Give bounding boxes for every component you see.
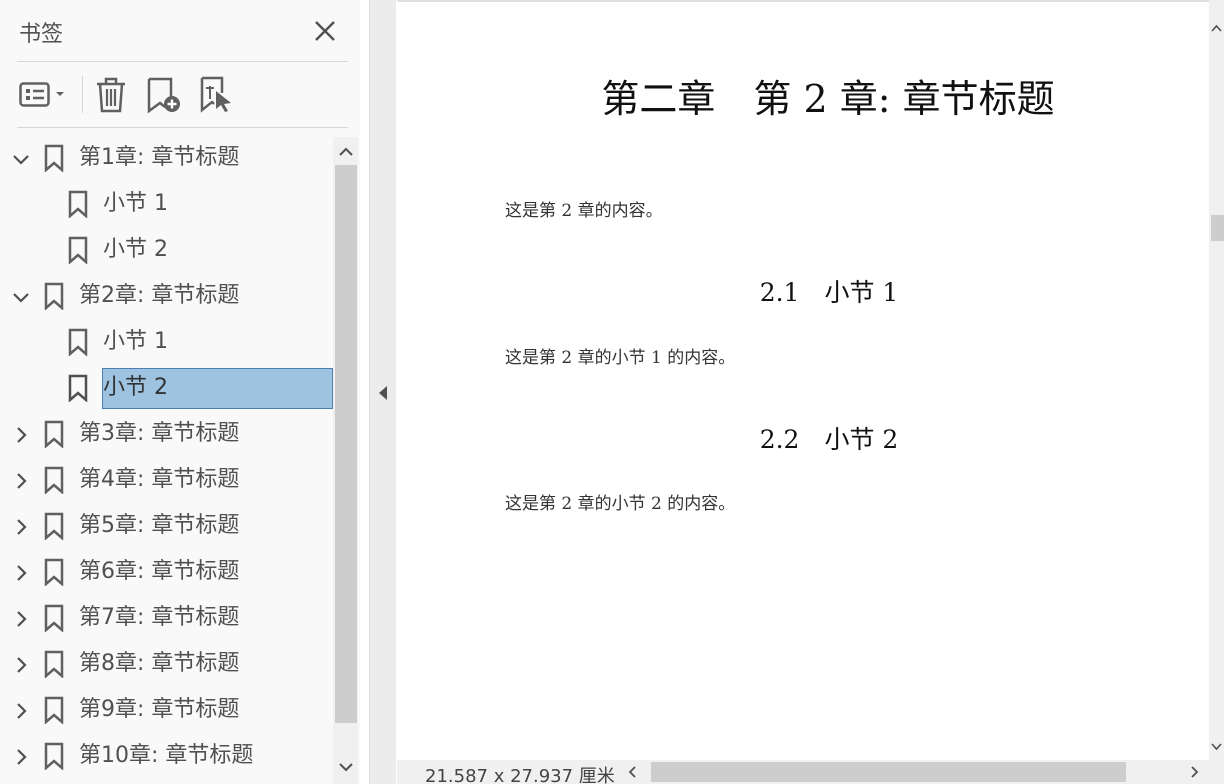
chevron-right-icon[interactable] <box>11 701 31 721</box>
horizontal-scrollbar[interactable] <box>622 760 1207 784</box>
bookmark-section-1-1[interactable]: 小节 1 <box>0 183 332 225</box>
page-size-readout: 21.587 x 27.937 厘米 <box>425 766 615 784</box>
section-body: 这是第 2 章的小节 1 的内容。 <box>505 348 736 368</box>
chevron-down-icon[interactable] <box>11 287 31 307</box>
chevron-right-icon[interactable] <box>11 517 31 537</box>
bookmark-label: 小节 1 <box>103 329 168 354</box>
chapter-intro: 这是第 2 章的内容。 <box>505 201 663 221</box>
chapter-heading: 第二章 第 2 章: 章节标题 <box>601 77 1055 121</box>
panel-collapse-strip[interactable] <box>369 0 396 784</box>
chevron-right-icon[interactable] <box>11 609 31 629</box>
chevron-right-icon[interactable] <box>11 425 31 445</box>
add-bookmark-icon <box>147 77 180 114</box>
bookmark-section-1-2[interactable]: 小节 2 <box>0 229 332 271</box>
close-panel-button[interactable] <box>311 17 339 45</box>
bookmark-chapter-9[interactable]: 第9章: 章节标题 <box>0 689 332 731</box>
bookmark-icon <box>68 374 88 402</box>
document-page: 第二章 第 2 章: 章节标题 这是第 2 章的内容。 2.1 小节 1 这是第… <box>397 0 1209 760</box>
scroll-right-arrow-icon[interactable] <box>1187 765 1201 779</box>
bookmark-icon <box>44 650 64 678</box>
scroll-down-arrow-icon[interactable] <box>1210 740 1223 753</box>
bookmark-icon <box>68 190 88 218</box>
bookmark-label: 第5章: 章节标题 <box>79 513 240 538</box>
bookmark-icon <box>44 282 64 310</box>
bookmark-label: 第7章: 章节标题 <box>79 605 240 630</box>
bookmark-label: 第1章: 章节标题 <box>79 145 240 170</box>
bookmark-chapter-6[interactable]: 第6章: 章节标题 <box>0 551 332 593</box>
bookmark-chapter-4[interactable]: 第4章: 章节标题 <box>0 459 332 501</box>
section-heading: 2.1 小节 1 <box>759 278 899 307</box>
scrollbar-thumb[interactable] <box>1211 215 1224 241</box>
collapse-triangle-icon[interactable] <box>378 385 388 401</box>
bookmark-label: 第9章: 章节标题 <box>79 697 240 722</box>
bookmark-label: 小节 1 <box>103 191 168 216</box>
bookmark-label: 第2章: 章节标题 <box>79 283 240 308</box>
scroll-left-arrow-icon[interactable] <box>626 765 640 779</box>
document-scrollbar[interactable] <box>1209 0 1224 760</box>
chevron-right-icon[interactable] <box>11 471 31 491</box>
bookmark-label: 第10章: 章节标题 <box>79 743 254 768</box>
bookmark-label: 第3章: 章节标题 <box>79 421 240 446</box>
bookmark-chapter-1[interactable]: 第1章: 章节标题 <box>0 137 332 179</box>
bookmark-icon <box>44 420 64 448</box>
toolbar-separator <box>82 76 83 113</box>
bookmark-icon <box>44 696 64 724</box>
panel-title: 书签 <box>19 22 64 47</box>
section-heading: 2.2 小节 2 <box>759 425 899 454</box>
bookmark-chapter-2[interactable]: 第2章: 章节标题 <box>0 275 332 317</box>
chevron-down-icon[interactable] <box>11 149 31 169</box>
bookmark-icon <box>44 604 64 632</box>
chevron-right-icon[interactable] <box>11 655 31 675</box>
bookmark-chapter-7[interactable]: 第7章: 章节标题 <box>0 597 332 639</box>
bookmark-icon <box>68 328 88 356</box>
bookmark-from-selection-button[interactable] <box>198 75 236 115</box>
divider <box>17 127 348 128</box>
status-bar: 21.587 x 27.937 厘米 <box>397 760 1224 784</box>
bookmark-cursor-icon <box>200 76 231 113</box>
bookmark-icon <box>44 144 64 172</box>
options-button[interactable] <box>19 75 69 115</box>
scrollbar-thumb[interactable] <box>651 762 1126 782</box>
bookmark-icon <box>44 558 64 586</box>
bookmark-icon <box>68 236 88 264</box>
delete-bookmark-button[interactable] <box>94 75 128 115</box>
bookmark-label: 第8章: 章节标题 <box>79 651 240 676</box>
bookmark-scrollbar[interactable] <box>333 137 358 784</box>
bookmarks-panel: 书签 第1章: 章节标题 小节 1 小节 2 第2章: 章节标题 小节 1 小节… <box>0 0 360 784</box>
bookmark-icon <box>44 742 64 770</box>
chevron-right-icon[interactable] <box>11 563 31 583</box>
bookmark-label: 小节 2 <box>103 237 168 262</box>
bookmark-label: 第6章: 章节标题 <box>79 559 240 584</box>
bookmark-icon <box>44 466 64 494</box>
bookmark-chapter-8[interactable]: 第8章: 章节标题 <box>0 643 332 685</box>
scroll-down-arrow-icon[interactable] <box>337 758 355 776</box>
close-icon <box>315 21 335 41</box>
scrollbar-thumb[interactable] <box>335 165 357 723</box>
scroll-up-arrow-icon[interactable] <box>337 143 355 161</box>
new-bookmark-button[interactable] <box>145 75 185 115</box>
section-body: 这是第 2 章的小节 2 的内容。 <box>505 494 736 514</box>
bookmark-chapter-5[interactable]: 第5章: 章节标题 <box>0 505 332 547</box>
list-options-icon <box>19 82 64 107</box>
bookmark-chapter-10[interactable]: 第10章: 章节标题 <box>0 735 332 777</box>
bookmark-chapter-3[interactable]: 第3章: 章节标题 <box>0 413 332 455</box>
scroll-up-arrow-icon[interactable] <box>1210 22 1223 35</box>
bookmark-section-2-1[interactable]: 小节 1 <box>0 321 332 363</box>
bookmark-icon <box>44 512 64 540</box>
bookmark-section-2-2[interactable]: 小节 2 <box>0 367 333 409</box>
trash-icon <box>97 77 125 113</box>
divider <box>17 61 348 62</box>
chevron-right-icon[interactable] <box>11 747 31 767</box>
bookmark-label: 第4章: 章节标题 <box>79 467 240 492</box>
bookmark-label: 小节 2 <box>102 368 333 409</box>
